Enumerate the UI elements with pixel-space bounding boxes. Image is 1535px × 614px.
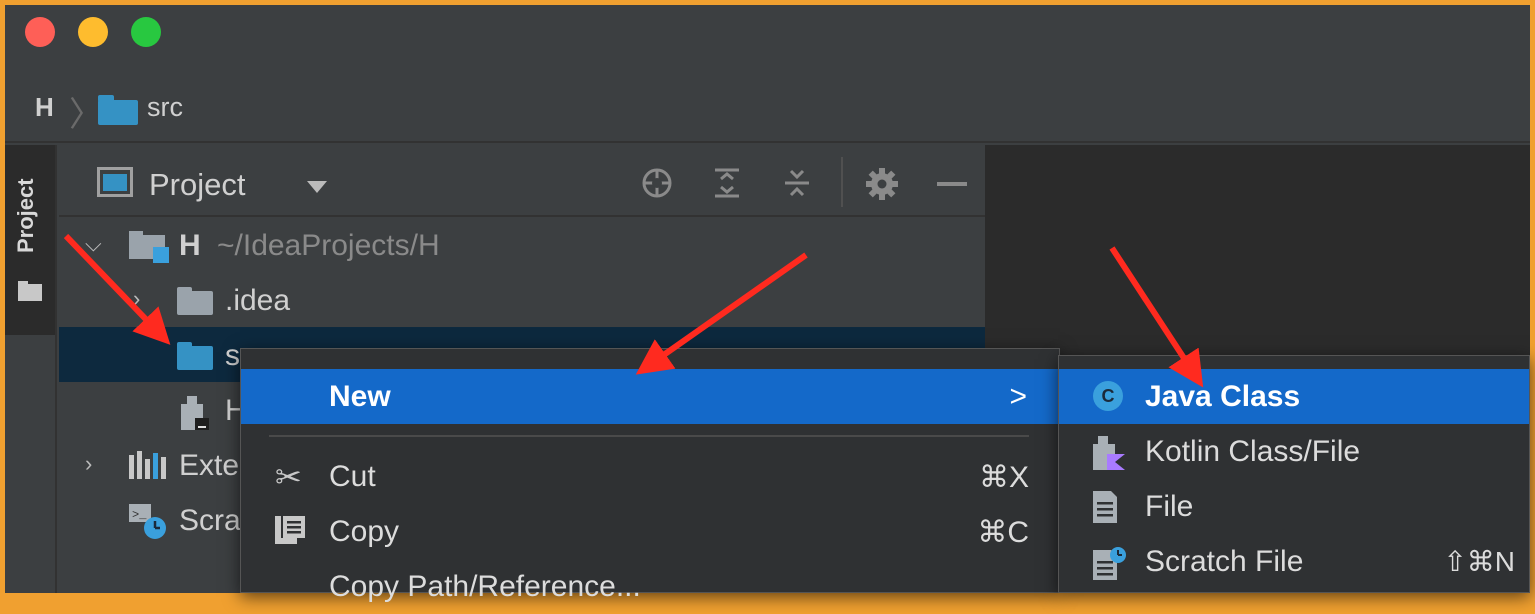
menu-item-label: New xyxy=(329,380,391,413)
gear-icon[interactable] xyxy=(865,167,899,207)
chevron-down-icon[interactable]: ⌵ xyxy=(85,231,102,257)
expand-all-icon[interactable] xyxy=(711,167,743,205)
project-view-title[interactable]: Project xyxy=(149,167,245,203)
project-tab-label: Project xyxy=(13,178,38,253)
tree-item-project-root[interactable]: ⌵ H ~/IdeaProjects/H xyxy=(59,217,985,272)
menu-item-new[interactable]: New > xyxy=(241,369,1059,424)
menu-item-shortcut: ⌘X xyxy=(978,461,1029,494)
menu-item-label: Cut xyxy=(329,460,376,493)
menu-item-scratch-file[interactable]: Scratch File ⇧⌘N xyxy=(1059,534,1529,589)
svg-text:>_: >_ xyxy=(132,508,147,522)
project-panel-header: Project xyxy=(59,145,985,217)
menu-separator xyxy=(269,435,1029,437)
scissors-icon: ✂ xyxy=(275,459,302,495)
menu-item-label: Copy xyxy=(329,515,400,548)
tree-item-label: H xyxy=(179,229,201,262)
title-bar xyxy=(5,5,1530,63)
tree-item-label: .idea xyxy=(225,284,291,317)
file-icon xyxy=(1093,491,1123,530)
menu-item-copy[interactable]: Copy ⌘C xyxy=(241,504,1059,559)
folder-icon xyxy=(98,95,138,130)
copy-icon xyxy=(275,516,305,551)
new-submenu: C Java Class Kotlin Class/File File Scra… xyxy=(1058,355,1530,593)
menu-item-cut[interactable]: ✂ Cut ⌘X xyxy=(241,449,1059,504)
chevron-right-icon: > xyxy=(1009,380,1027,413)
tree-item-label: Scra xyxy=(179,504,241,537)
kotlin-file-icon xyxy=(1093,436,1127,475)
breadcrumb-src[interactable]: src xyxy=(147,92,183,123)
menu-item-kotlin-class[interactable]: Kotlin Class/File xyxy=(1059,424,1529,479)
module-file-icon xyxy=(181,396,211,435)
scratches-icon: >_ xyxy=(129,504,169,545)
chevron-right-icon[interactable]: › xyxy=(85,451,92,477)
chevron-right-icon[interactable]: › xyxy=(133,286,140,312)
menu-item-file[interactable]: File xyxy=(1059,479,1529,534)
menu-item-label: Java Class xyxy=(1145,380,1301,413)
breadcrumb-root[interactable]: H xyxy=(35,92,54,123)
menu-item-label: Kotlin Class/File xyxy=(1145,435,1361,468)
toolbar-divider xyxy=(841,157,843,207)
menu-item-label: Copy Path/Reference... xyxy=(329,570,641,603)
menu-item-shortcut: ⇧⌘N xyxy=(1443,546,1515,577)
menu-item-label: Scratch File xyxy=(1145,545,1304,578)
menu-item-shortcut: ⌘C xyxy=(977,516,1029,549)
locate-icon[interactable] xyxy=(641,167,673,205)
project-tool-tab[interactable]: Project xyxy=(5,145,55,335)
source-folder-icon xyxy=(177,342,213,370)
module-folder-icon xyxy=(129,231,173,268)
project-view-icon xyxy=(97,167,133,197)
tree-item-path: ~/IdeaProjects/H xyxy=(217,229,440,262)
tree-item-label: Exte xyxy=(179,449,240,482)
library-icon xyxy=(129,451,169,486)
folder-icon xyxy=(177,287,213,315)
context-menu: New > ✂ Cut ⌘X Copy ⌘C Copy Path/Referen… xyxy=(240,348,1060,603)
menu-item-java-class[interactable]: C Java Class xyxy=(1059,369,1529,424)
minimize-window-button[interactable] xyxy=(78,17,108,47)
maximize-window-button[interactable] xyxy=(131,17,161,47)
navigation-bar: H 〉 src xyxy=(5,65,1530,143)
folder-icon xyxy=(18,281,42,306)
collapse-all-icon[interactable] xyxy=(781,167,813,205)
java-class-icon: C xyxy=(1093,381,1123,411)
hide-panel-icon[interactable] xyxy=(935,167,969,207)
menu-item-copy-path[interactable]: Copy Path/Reference... xyxy=(241,559,1059,614)
close-window-button[interactable] xyxy=(25,17,55,47)
chevron-down-icon[interactable] xyxy=(307,181,327,193)
tool-window-stripe: Project xyxy=(5,145,57,593)
menu-item-label: File xyxy=(1145,490,1194,523)
tree-item-idea[interactable]: › .idea xyxy=(59,272,985,327)
scratch-file-icon xyxy=(1093,546,1127,585)
